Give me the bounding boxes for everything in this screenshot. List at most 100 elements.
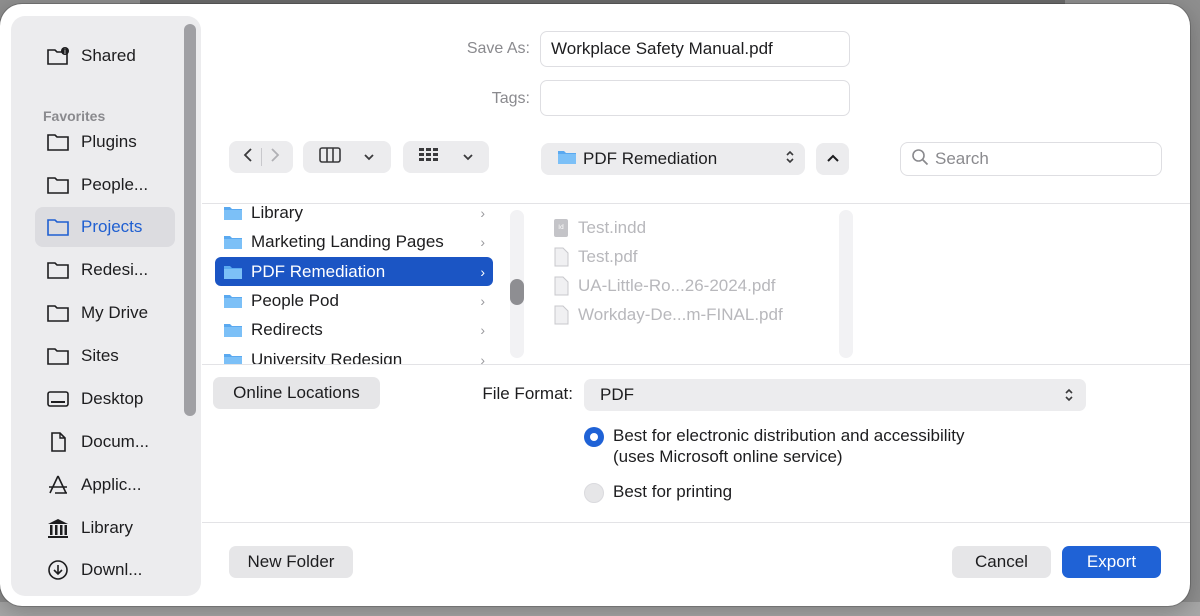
- shared-folder-icon: i: [45, 44, 71, 68]
- search-icon: [911, 148, 929, 171]
- sidebar-item-applications[interactable]: Applic...: [35, 465, 175, 505]
- sidebar-item-documents[interactable]: Docum...: [35, 422, 175, 462]
- folder-row[interactable]: Marketing Landing Pages ›: [215, 227, 493, 256]
- folder-name: Redirects: [251, 319, 323, 339]
- group-button[interactable]: [403, 141, 489, 173]
- column-scrollbar[interactable]: [839, 210, 853, 358]
- back-forward-buttons: [229, 141, 293, 173]
- folder-name: People Pod: [251, 290, 339, 310]
- location-popup[interactable]: PDF Remediation: [541, 143, 805, 175]
- save-dialog: i Shared Favorites Plugins People... Pro…: [0, 4, 1190, 606]
- folder-icon: [45, 344, 71, 368]
- chevron-down-icon: [462, 148, 474, 166]
- back-icon[interactable]: [235, 147, 261, 168]
- chevron-down-icon: [363, 148, 375, 166]
- folder-icon: [224, 265, 242, 279]
- location-label: PDF Remediation: [583, 149, 718, 168]
- download-icon: [45, 558, 71, 582]
- folder-name: Marketing Landing Pages: [251, 231, 444, 251]
- chevron-right-icon: ›: [480, 292, 485, 309]
- sidebar-item-people[interactable]: People...: [35, 165, 175, 205]
- sidebar-scrollbar[interactable]: [184, 24, 196, 416]
- file-name: Workday-De...m-FINAL.pdf: [578, 304, 783, 324]
- document-icon: [45, 430, 71, 454]
- chevron-right-icon: ›: [480, 321, 485, 338]
- cancel-button[interactable]: Cancel: [952, 546, 1051, 578]
- sidebar-item-desktop[interactable]: Desktop: [35, 379, 175, 419]
- folder-icon: [224, 294, 242, 308]
- sidebar-item-label: People...: [81, 175, 149, 194]
- radio-electronic-sublabel: (uses Microsoft online service): [613, 447, 843, 466]
- folder-icon: [224, 235, 242, 249]
- sidebar-item-label: Plugins: [81, 132, 137, 151]
- folder-row[interactable]: PDF Remediation ›: [215, 257, 493, 286]
- collapse-button[interactable]: [816, 143, 849, 175]
- folder-name: Library: [251, 203, 303, 222]
- folder-icon: [224, 206, 242, 220]
- folder-icon: [224, 353, 242, 364]
- svg-text:Id: Id: [558, 224, 564, 231]
- forward-icon[interactable]: [262, 147, 288, 168]
- folder-icon: [45, 130, 71, 154]
- sidebar-item-redesign[interactable]: Redesi...: [35, 250, 175, 290]
- chevron-right-icon: ›: [480, 204, 485, 221]
- radio-printing-label: Best for printing: [613, 482, 733, 501]
- chevron-right-icon: ›: [480, 233, 485, 250]
- sidebar-item-label: Docum...: [81, 432, 150, 451]
- applications-icon: [45, 473, 71, 497]
- sidebar-item-label: Library: [81, 518, 133, 537]
- folder-row[interactable]: Redirects ›: [215, 315, 493, 344]
- chevron-up-icon: [826, 150, 840, 168]
- file-name: Test.pdf: [578, 246, 638, 266]
- file-row: Test.pdf: [552, 242, 638, 271]
- file-row: Workday-De...m-FINAL.pdf: [552, 300, 783, 329]
- svg-text:i: i: [64, 48, 66, 56]
- sidebar-item-label: Redesi...: [81, 260, 149, 279]
- chevron-right-icon: ›: [480, 351, 485, 365]
- sidebar-item-label: Downl...: [81, 560, 143, 579]
- column-scroll-thumb[interactable]: [510, 279, 524, 305]
- sidebar-item-label: Shared: [81, 46, 136, 65]
- sidebar-item-label: Desktop: [81, 389, 144, 408]
- folder-row[interactable]: People Pod ›: [215, 286, 493, 315]
- search-field[interactable]: Search: [900, 142, 1162, 176]
- folder-icon: [45, 258, 71, 282]
- search-placeholder: Search: [935, 149, 989, 168]
- file-browser: Library › Marketing Landing Pages › PDF …: [202, 203, 1190, 365]
- file-format-select[interactable]: PDF: [584, 379, 1086, 411]
- folder-icon: [45, 173, 71, 197]
- tags-field[interactable]: [540, 80, 850, 116]
- file-name: Test.indd: [578, 217, 647, 237]
- file-row: UA-Little-Ro...26-2024.pdf: [552, 271, 776, 300]
- folder-name: University Redesign: [251, 349, 403, 365]
- folder-row[interactable]: University Redesign ›: [215, 345, 493, 365]
- online-locations-button[interactable]: Online Locations: [213, 377, 380, 409]
- save-as-label: Save As:: [466, 40, 530, 57]
- sidebar-item-plugins[interactable]: Plugins: [35, 122, 175, 162]
- chevron-right-icon: ›: [480, 263, 485, 280]
- new-folder-button[interactable]: New Folder: [229, 546, 353, 578]
- file-name: UA-Little-Ro...26-2024.pdf: [578, 275, 776, 295]
- folder-name: PDF Remediation: [251, 261, 386, 281]
- tags-label: Tags:: [491, 90, 530, 107]
- sidebar-item-my-drive[interactable]: My Drive: [35, 293, 175, 333]
- library-icon: [45, 516, 71, 540]
- sidebar-item-library[interactable]: Library: [35, 508, 175, 548]
- sidebar-item-sites[interactable]: Sites: [35, 336, 175, 376]
- save-as-field[interactable]: Workplace Safety Manual.pdf: [540, 31, 850, 67]
- sidebar-item-projects[interactable]: Projects: [35, 207, 175, 247]
- folder-icon: [45, 301, 71, 325]
- sidebar-item-label: Sites: [81, 346, 119, 365]
- pdf-file-icon: [554, 276, 569, 295]
- folder-row[interactable]: Library ›: [215, 203, 493, 227]
- columns-view-icon: [319, 146, 341, 168]
- radio-electronic[interactable]: [584, 427, 604, 447]
- sidebar-item-shared[interactable]: i Shared: [35, 36, 175, 76]
- updown-icon: [1064, 387, 1074, 408]
- export-button[interactable]: Export: [1062, 546, 1161, 578]
- file-format-value: PDF: [600, 385, 634, 404]
- view-mode-button[interactable]: [303, 141, 391, 173]
- sidebar-item-downloads[interactable]: Downl...: [35, 550, 175, 590]
- folder-icon: [45, 215, 71, 239]
- radio-printing[interactable]: [584, 483, 604, 503]
